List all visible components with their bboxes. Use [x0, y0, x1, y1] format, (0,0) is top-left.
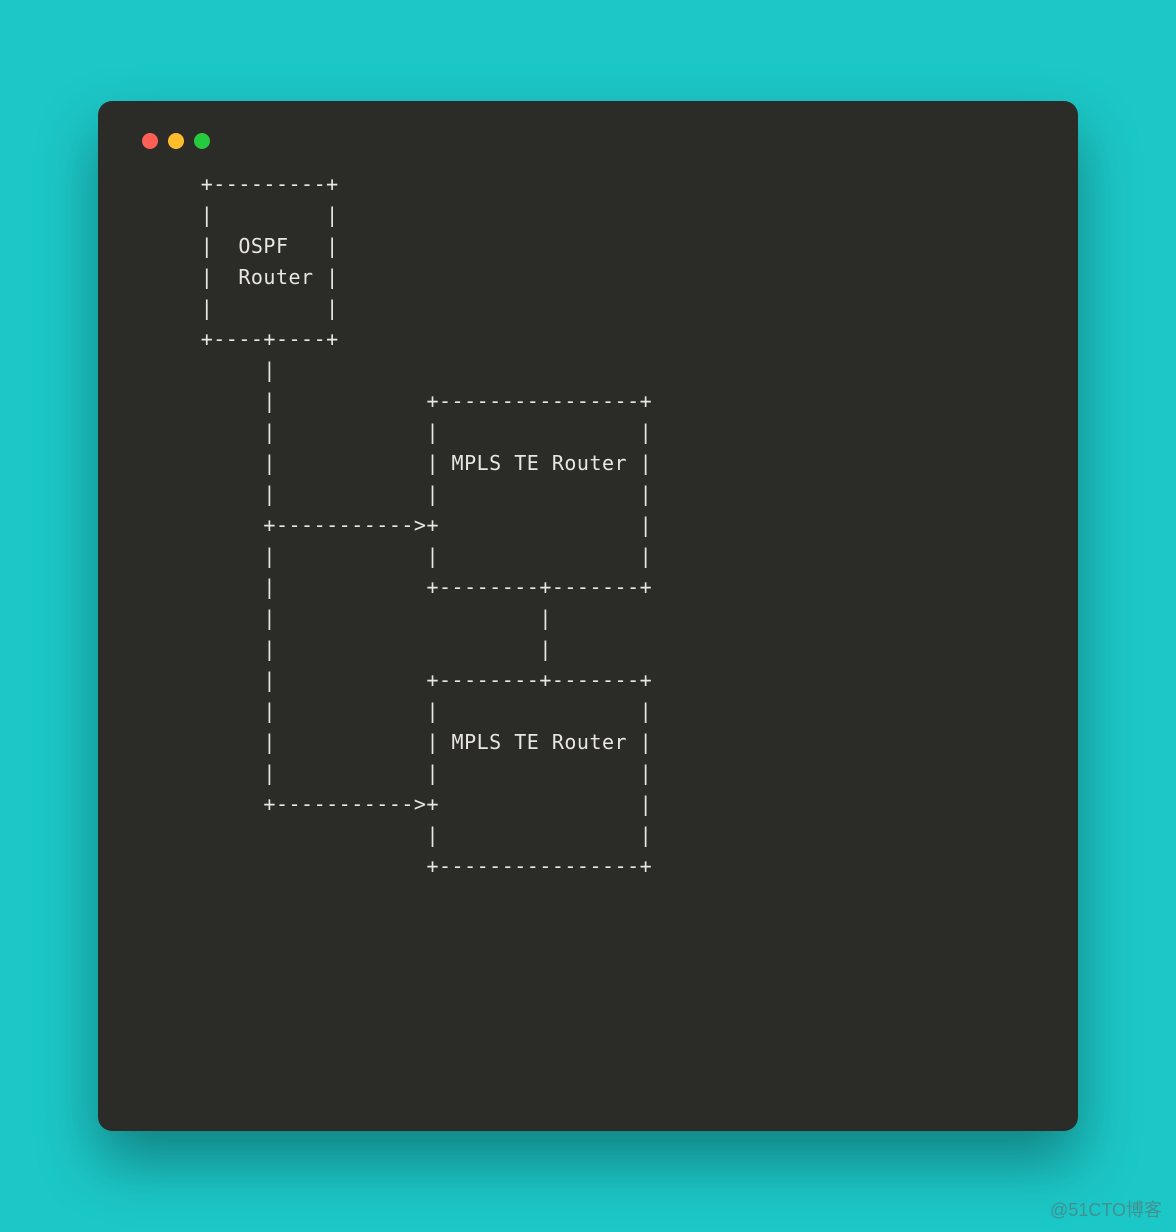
ascii-diagram: +---------+ | | | OSPF | | Router | | | …	[138, 169, 1038, 882]
close-icon[interactable]	[142, 133, 158, 149]
titlebar	[138, 125, 1038, 169]
maximize-icon[interactable]	[194, 133, 210, 149]
watermark-text: @51CTO博客	[1050, 1196, 1162, 1222]
terminal-window: +---------+ | | | OSPF | | Router | | | …	[98, 101, 1078, 1131]
minimize-icon[interactable]	[168, 133, 184, 149]
